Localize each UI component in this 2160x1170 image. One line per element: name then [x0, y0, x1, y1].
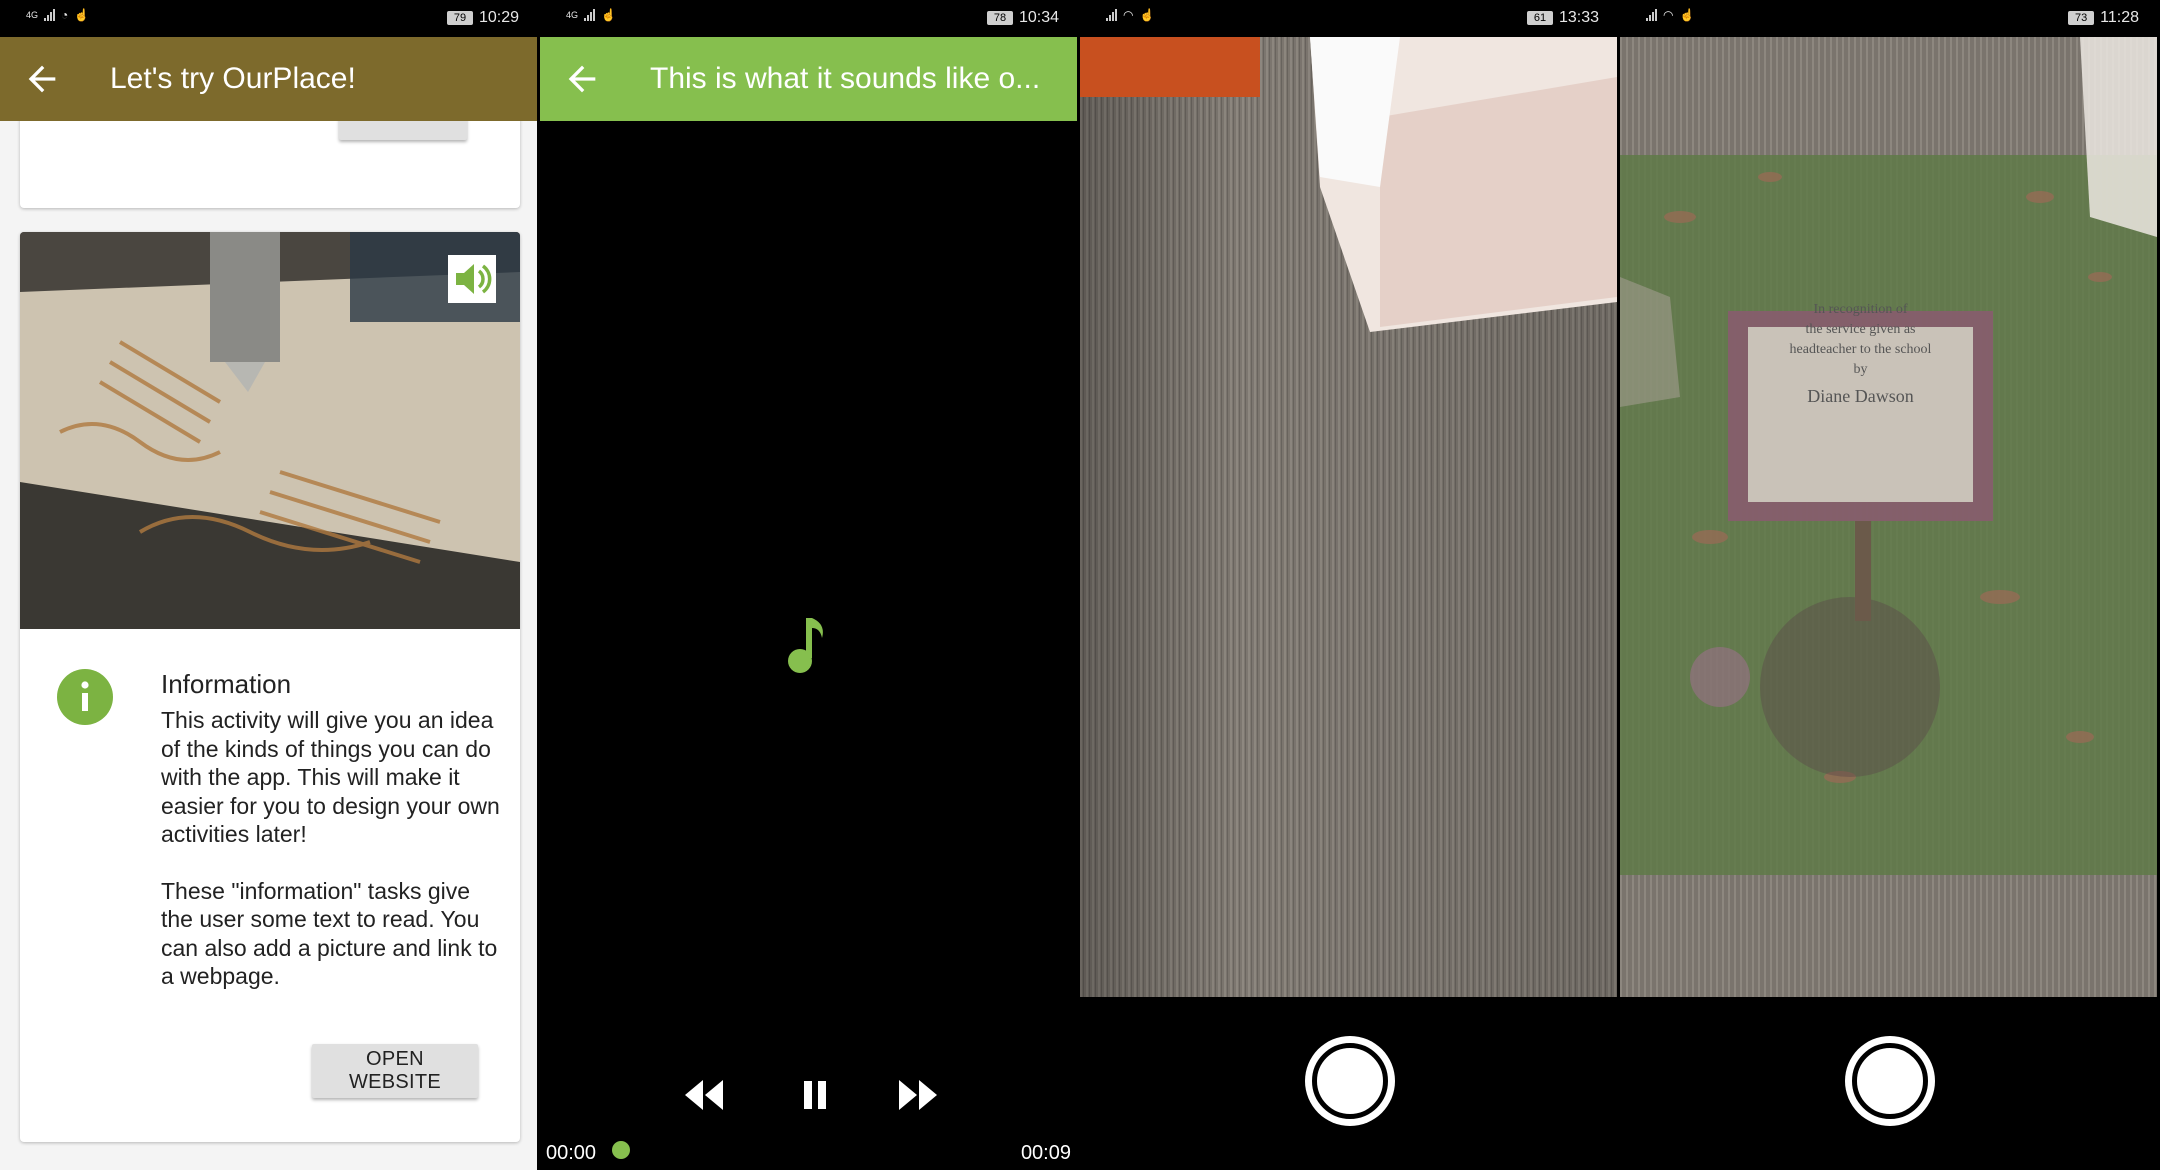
- info-paragraph: This activity will give you an idea of t…: [161, 707, 500, 847]
- status-bar: ◠ ☝ 73 11:28: [1620, 0, 2157, 37]
- touch-icon: ☝: [1679, 8, 1695, 22]
- laser-cutter-photo: [20, 232, 520, 629]
- battery-icon: 78: [986, 11, 1013, 25]
- page-title: This is what it sounds like o...: [650, 62, 1041, 95]
- status-icons-left: 4G ☝: [566, 8, 616, 22]
- info-paragraph: These "information" tasks give the user …: [161, 877, 498, 990]
- page-title: Let's try OurPlace!: [110, 62, 356, 95]
- status-icons-right: 73 11:28: [2068, 9, 2139, 27]
- clock: 10:29: [478, 9, 519, 26]
- plaque-line: Diane Dawson: [1807, 386, 1914, 406]
- speaker-icon: [456, 264, 492, 294]
- clock: 10:34: [1018, 9, 1059, 26]
- camera-viewfinder: [1080, 37, 1617, 997]
- memorial-plaque: In recognition of the service given as h…: [1748, 290, 1973, 465]
- shutter-button[interactable]: [1305, 1036, 1395, 1126]
- carpet-photo: [1080, 37, 1617, 997]
- status-icons-left: ◠ ☝: [1646, 8, 1694, 22]
- data-icon: ◔: [61, 8, 69, 22]
- status-icons-left: 4G ◔ ☝: [26, 8, 89, 22]
- status-bar: 4G ☝ 78 10:34: [540, 0, 1077, 37]
- status-icons-left: ◠ ☝: [1106, 8, 1154, 22]
- music-note-icon: [788, 618, 823, 673]
- wifi-icon: ◠: [1123, 8, 1134, 22]
- status-bar: 4G ◔ ☝ 79 10:29: [0, 0, 537, 37]
- screenshot-collage: 4G ◔ ☝ 79 10:29 EDIT NAME Let's try OurP…: [0, 0, 2160, 1170]
- status-icons-right: 61 13:33: [1526, 9, 1599, 27]
- app-bar: Let's try OurPlace!: [0, 37, 537, 121]
- clock: 13:33: [1558, 9, 1599, 26]
- info-text: This activity will give you an idea of t…: [161, 706, 501, 1019]
- info-icon: [57, 669, 113, 725]
- camera-viewfinder: In recognition of the service given as h…: [1620, 37, 2157, 997]
- seek-thumb[interactable]: [612, 1141, 630, 1159]
- touch-icon: ☝: [601, 8, 616, 22]
- info-heading: Information: [161, 669, 292, 699]
- clock: 11:28: [2100, 9, 2139, 26]
- phone-audio-screen: 4G ☝ 78 10:34 This is what it sounds lik…: [540, 0, 1077, 1170]
- signal-icon: [1106, 9, 1117, 21]
- fast-forward-icon[interactable]: [897, 1078, 939, 1112]
- status-icons-right: 78 10:34: [986, 9, 1059, 27]
- wifi-icon: ◠: [1663, 8, 1674, 22]
- touch-icon: ☝: [1139, 8, 1155, 22]
- app-bar: This is what it sounds like o...: [540, 37, 1077, 121]
- plaque-line: headteacher to the school: [1789, 342, 1932, 357]
- network-type: 4G: [26, 10, 39, 20]
- info-card: Information This activity will give you …: [20, 232, 520, 1142]
- total-duration: 00:09: [1020, 1142, 1071, 1164]
- status-bar: ◠ ☝ 61 13:33: [1080, 0, 1617, 37]
- phone-camera-screen: ◠ ☝ 61 13:33: [1080, 0, 1617, 1170]
- battery-icon: 79: [446, 11, 473, 25]
- activity-image: [20, 232, 520, 629]
- play-audio-button[interactable]: [448, 255, 496, 303]
- rewind-icon[interactable]: [683, 1078, 725, 1112]
- signal-icon: [1646, 9, 1657, 21]
- touch-icon: ☝: [74, 8, 90, 22]
- battery-icon: 61: [1526, 11, 1553, 25]
- ar-overlay-photo: [1620, 37, 2157, 997]
- network-type: 4G: [566, 10, 579, 20]
- back-arrow-icon[interactable]: [562, 59, 602, 99]
- pause-icon[interactable]: [794, 1078, 836, 1112]
- phone-ar-camera-screen: ◠ ☝ 73 11:28 In recognition of the servi…: [1620, 0, 2157, 1170]
- signal-icon: [584, 9, 596, 21]
- plaque-line: by: [1853, 362, 1868, 377]
- shutter-button[interactable]: [1845, 1036, 1935, 1126]
- signal-icon: [44, 9, 56, 21]
- open-website-button[interactable]: OPEN WEBSITE: [312, 1044, 478, 1098]
- battery-icon: 73: [2068, 11, 2095, 25]
- elapsed-time: 00:00: [546, 1142, 597, 1164]
- phone-info-screen: 4G ◔ ☝ 79 10:29 EDIT NAME Let's try OurP…: [0, 0, 537, 1170]
- status-icons-right: 79 10:29: [446, 9, 519, 27]
- back-arrow-icon[interactable]: [22, 59, 62, 99]
- plaque-line: In recognition of: [1813, 302, 1908, 317]
- plaque-line: the service given as: [1805, 322, 1916, 337]
